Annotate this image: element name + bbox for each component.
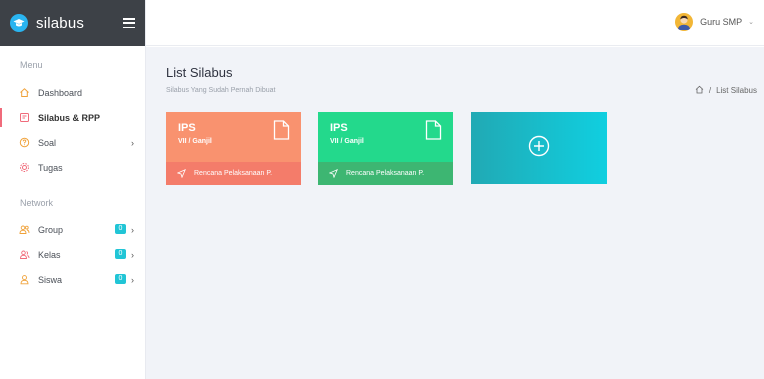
network-section-title: Network [20,198,54,208]
user-name: Guru SMP [700,17,743,27]
breadcrumb-current: List Silabus [716,86,757,95]
sidebar-item-silabus-rpp[interactable]: Silabus & RPP [0,105,145,130]
users-icon [19,249,30,260]
top-bar: Guru SMP ⌄ [146,0,764,46]
sidebar-item-label: Kelas [38,249,61,260]
page-title: List Silabus [166,65,233,80]
file-icon [273,120,290,145]
menu-section-title: Menu [20,60,43,70]
page-subtitle: Silabus Yang Sudah Pernah Dibuat [166,87,276,94]
sidebar-item-label: Group [38,224,64,235]
group-icon [19,224,30,235]
main-content: List Silabus Silabus Yang Sudah Pernah D… [146,47,764,379]
sidebar-item-dashboard[interactable]: Dashboard [0,80,145,105]
rpp-link[interactable]: Rencana Pelaksanaan P. [318,162,453,185]
brand-bar: silabus [0,0,145,46]
home-icon[interactable] [695,85,704,96]
rpp-link-label: Rencana Pelaksanaan P. [346,170,425,177]
brand-name: silabus [36,14,85,32]
hamburger-menu-icon[interactable] [123,18,135,28]
sidebar-item-soal[interactable]: Soal › [0,130,145,155]
plus-circle-icon [528,135,550,162]
send-icon [177,169,186,178]
avatar [675,13,694,31]
sidebar-item-label: Dashboard [38,87,83,98]
chevron-right-icon: › [131,137,134,148]
sidebar-item-tugas[interactable]: Tugas [0,155,145,180]
count-badge: 0 [115,224,126,234]
chevron-right-icon: › [131,249,134,260]
gear-icon [19,162,30,173]
rpp-link[interactable]: Rencana Pelaksanaan P. [166,162,301,185]
chevron-down-icon: ⌄ [748,19,754,26]
home-icon [19,87,30,98]
sidebar-item-label: Siswa [38,274,63,285]
sidebar-item-label: Silabus & RPP [38,112,101,123]
chevron-right-icon: › [131,224,134,235]
sidebar-item-group[interactable]: Group 0 › [0,217,145,242]
breadcrumb: / List Silabus [695,85,757,96]
card-body: IPS VII / Ganjil [318,112,453,162]
breadcrumb-separator: / [708,86,712,95]
sidebar-item-siswa[interactable]: Siswa 0 › [0,267,145,292]
send-icon [329,169,338,178]
rpp-link-label: Rencana Pelaksanaan P. [194,170,273,177]
user-menu[interactable]: Guru SMP ⌄ [675,13,754,31]
count-badge: 0 [115,274,126,284]
document-icon [19,112,30,123]
question-icon [19,137,30,148]
chevron-right-icon: › [131,274,134,285]
silabus-card[interactable]: IPS VII / Ganjil Rencana Pelaksanaan P. [318,112,453,185]
card-body: IPS VII / Ganjil [166,112,301,162]
silabus-card[interactable]: IPS VII / Ganjil Rencana Pelaksanaan P. [166,112,301,185]
graduation-cap-icon [10,14,28,32]
sidebar-item-label: Soal [38,137,57,148]
count-badge: 0 [115,249,126,259]
sidebar-item-kelas[interactable]: Kelas 0 › [0,242,145,267]
sidebar: silabus Menu Dashboard Silabus & RPP Soa… [0,0,146,379]
add-silabus-button[interactable] [471,112,607,184]
user-icon [19,274,30,285]
file-icon [425,120,442,145]
sidebar-item-label: Tugas [38,162,63,173]
